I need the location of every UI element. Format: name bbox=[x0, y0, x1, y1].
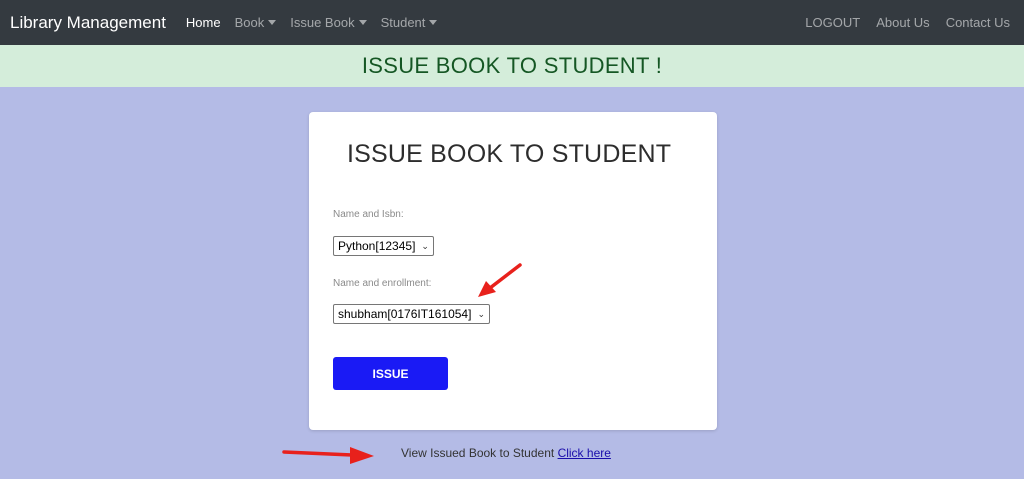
book-select[interactable]: Python[12345] ⌄ bbox=[333, 236, 434, 256]
nav-item-home[interactable]: Home bbox=[186, 15, 221, 30]
nav-item-issue-book[interactable]: Issue Book bbox=[290, 15, 367, 30]
caret-down-icon bbox=[429, 20, 438, 25]
banner-text: ISSUE BOOK TO STUDENT ! bbox=[361, 53, 663, 78]
brand-link[interactable]: Library Management bbox=[10, 13, 166, 33]
nav-item-label: Home bbox=[185, 15, 221, 30]
student-field-label: Name and enrollment: bbox=[333, 278, 432, 289]
view-issued-line: View Issued Book to Student Click here bbox=[401, 446, 611, 460]
nav-left: Home Book Issue Book Student bbox=[186, 15, 451, 30]
navbar: Library Management Home Book Issue Book … bbox=[0, 0, 1024, 45]
nav-item-label: Contact Us bbox=[945, 15, 1010, 30]
issue-button[interactable]: ISSUE bbox=[333, 357, 448, 390]
chevron-down-icon: ⌄ bbox=[421, 240, 429, 251]
nav-item-about-us[interactable]: About Us bbox=[876, 15, 929, 30]
annotation-arrow-icon bbox=[478, 263, 522, 297]
form-title: ISSUE BOOK TO STUDENT bbox=[347, 140, 672, 168]
book-field-label: Name and Isbn: bbox=[333, 209, 404, 220]
nav-item-label: Issue Book bbox=[290, 15, 355, 30]
nav-item-student[interactable]: Student bbox=[381, 15, 438, 30]
annotation-arrow-icon bbox=[282, 447, 374, 464]
book-select-value: Python[12345] bbox=[338, 239, 416, 253]
nav-item-label: Student bbox=[380, 15, 426, 30]
caret-down-icon bbox=[268, 20, 277, 25]
student-select[interactable]: shubham[0176IT161054] ⌄ bbox=[333, 304, 490, 324]
view-issued-text: View Issued Book to Student bbox=[401, 446, 555, 460]
caret-down-icon bbox=[358, 20, 367, 25]
nav-right: LOGOUT About Us Contact Us bbox=[789, 15, 1010, 30]
click-here-link[interactable]: Click here bbox=[558, 446, 611, 460]
chevron-down-icon: ⌄ bbox=[477, 308, 485, 319]
student-select-value: shubham[0176IT161054] bbox=[338, 307, 472, 321]
nav-item-contact-us[interactable]: Contact Us bbox=[946, 15, 1010, 30]
nav-item-logout[interactable]: LOGOUT bbox=[805, 15, 860, 30]
nav-item-book[interactable]: Book bbox=[235, 15, 277, 30]
nav-item-label: LOGOUT bbox=[805, 15, 861, 30]
nav-item-label: Book bbox=[234, 15, 265, 30]
nav-item-label: About Us bbox=[876, 15, 930, 30]
success-banner: ISSUE BOOK TO STUDENT ! bbox=[0, 45, 1024, 87]
